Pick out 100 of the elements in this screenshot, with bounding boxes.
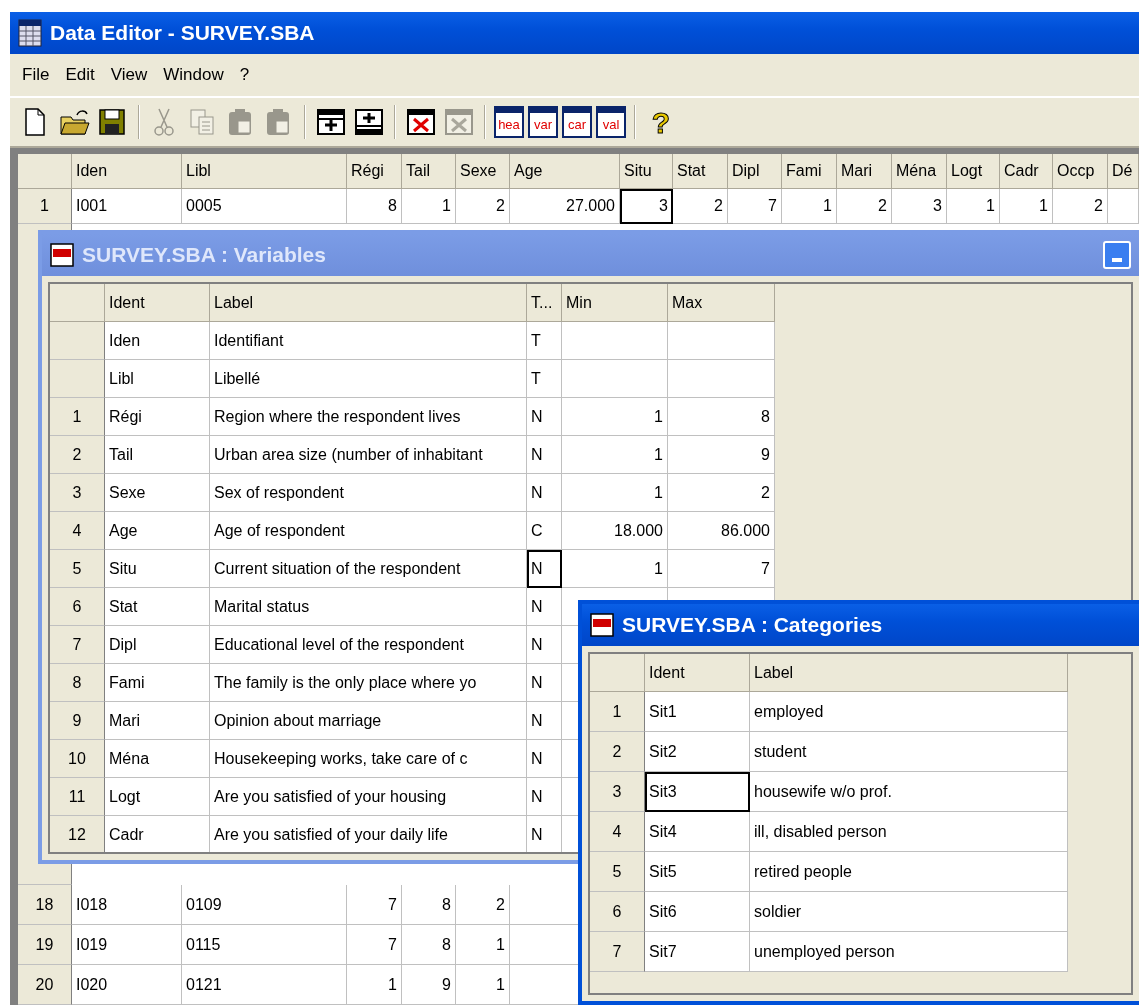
table-cell: Situ: [105, 550, 210, 588]
column-header[interactable]: Label: [210, 284, 527, 322]
column-header[interactable]: Situ: [620, 154, 673, 189]
toolbar-button[interactable]: var: [528, 106, 558, 138]
table-cell: 1: [1000, 189, 1053, 224]
column-header[interactable]: Stat: [673, 154, 728, 189]
window-title: SURVEY.SBA : Variables: [82, 242, 327, 269]
row-number: 4: [590, 812, 645, 852]
table-cell: 8: [347, 189, 402, 224]
column-header[interactable]: Ména: [892, 154, 947, 189]
table-cell: N: [527, 436, 562, 474]
row-number: 2: [50, 436, 105, 474]
table-cell: Régi: [105, 398, 210, 436]
column-header[interactable]: Logt: [947, 154, 1000, 189]
table-cell: T: [527, 322, 562, 360]
table-cell: 8: [402, 925, 456, 965]
table-cell: 2: [456, 885, 510, 925]
table-cell: Stat: [105, 588, 210, 626]
table-cell: 1: [782, 189, 837, 224]
table-cell: Opinion about marriage: [210, 702, 527, 740]
table-cell: 1: [562, 398, 668, 436]
minimize-button[interactable]: [1103, 241, 1131, 269]
table-cell: soldier: [750, 892, 1068, 932]
menu-item[interactable]: View: [102, 56, 156, 94]
table-cell: [1108, 189, 1139, 224]
table-cell: Sit3: [645, 772, 750, 812]
table-cell: 7: [347, 925, 402, 965]
table-cell: Identifiant: [210, 322, 527, 360]
column-header[interactable]: Label: [750, 654, 1068, 692]
row-number: 6: [50, 588, 105, 626]
table-cell: Mari: [105, 702, 210, 740]
table-cell: N: [527, 664, 562, 702]
table-cell: student: [750, 732, 1068, 772]
column-header[interactable]: Tail: [402, 154, 456, 189]
table-cell: The family is the only place where yo: [210, 664, 527, 702]
row-number: 8: [50, 664, 105, 702]
row-number: 11: [50, 778, 105, 816]
row-number: 20: [18, 965, 72, 1005]
toolbar-button[interactable]: car: [562, 106, 592, 138]
table-cell: Sit7: [645, 932, 750, 972]
row-number: 7: [50, 626, 105, 664]
table-cell: 1: [456, 965, 510, 1005]
menu-item[interactable]: ?: [231, 56, 258, 94]
toolbar-button[interactable]: hea: [494, 106, 524, 138]
table-cell: Sexe: [105, 474, 210, 512]
table-cell: Marital status: [210, 588, 527, 626]
table-cell: 2: [668, 474, 775, 512]
table-cell: Age of respondent: [210, 512, 527, 550]
table-cell: 86.000: [668, 512, 775, 550]
column-header[interactable]: Dé: [1108, 154, 1139, 189]
folder-icon: [59, 107, 91, 137]
column-header[interactable]: Ident: [105, 284, 210, 322]
table-cell: Are you satisfied of your daily life: [210, 816, 527, 852]
table-cell: 9: [402, 965, 456, 1005]
table-cell: 9: [668, 436, 775, 474]
row-number: 4: [50, 512, 105, 550]
row-number: 2: [590, 732, 645, 772]
column-header[interactable]: Cadr: [1000, 154, 1053, 189]
row-number: 1: [50, 398, 105, 436]
table-cell: 1: [562, 474, 668, 512]
table-cell: 2: [673, 189, 728, 224]
column-header[interactable]: Age: [510, 154, 620, 189]
column-header[interactable]: Occp: [1053, 154, 1108, 189]
table-cell: Sit2: [645, 732, 750, 772]
column-header[interactable]: Ident: [645, 654, 750, 692]
toolbar-button[interactable]: val: [596, 106, 626, 138]
table-cell: 7: [347, 885, 402, 925]
column-header[interactable]: Régi: [347, 154, 402, 189]
table-cell: Iden: [105, 322, 210, 360]
column-header[interactable]: Sexe: [456, 154, 510, 189]
column-header[interactable]: T...: [527, 284, 562, 322]
column-header[interactable]: Max: [668, 284, 775, 322]
table-cell: 27.000: [510, 189, 620, 224]
table-cell: 0109: [182, 885, 347, 925]
column-header[interactable]: Fami: [782, 154, 837, 189]
table-cell: 1: [347, 965, 402, 1005]
table-cell: housewife w/o prof.: [750, 772, 1068, 812]
column-header[interactable]: Iden: [72, 154, 182, 189]
window-icon: [50, 243, 74, 267]
table-cell: 0005: [182, 189, 347, 224]
column-header[interactable]: Min: [562, 284, 668, 322]
table-cell: Sit6: [645, 892, 750, 932]
table-cell: 7: [728, 189, 782, 224]
table-cell: 1: [562, 550, 668, 588]
table-cell: Sit5: [645, 852, 750, 892]
table-cell: Ména: [105, 740, 210, 778]
menu-item[interactable]: Window: [155, 56, 232, 94]
insert-column-icon: [353, 107, 385, 137]
column-header[interactable]: Mari: [837, 154, 892, 189]
column-header[interactable]: Dipl: [728, 154, 782, 189]
grid-icon: [18, 19, 42, 47]
menu-item[interactable]: Edit: [57, 56, 103, 94]
corner-cell: [18, 154, 72, 189]
table-cell: N: [527, 816, 562, 852]
delete-icon: [405, 107, 437, 137]
window-title: Data Editor - SURVEY.SBA: [50, 20, 315, 47]
table-cell: I001: [72, 189, 182, 224]
column-header[interactable]: Libl: [182, 154, 347, 189]
menu-item[interactable]: File: [14, 56, 58, 94]
table-cell: I019: [72, 925, 182, 965]
